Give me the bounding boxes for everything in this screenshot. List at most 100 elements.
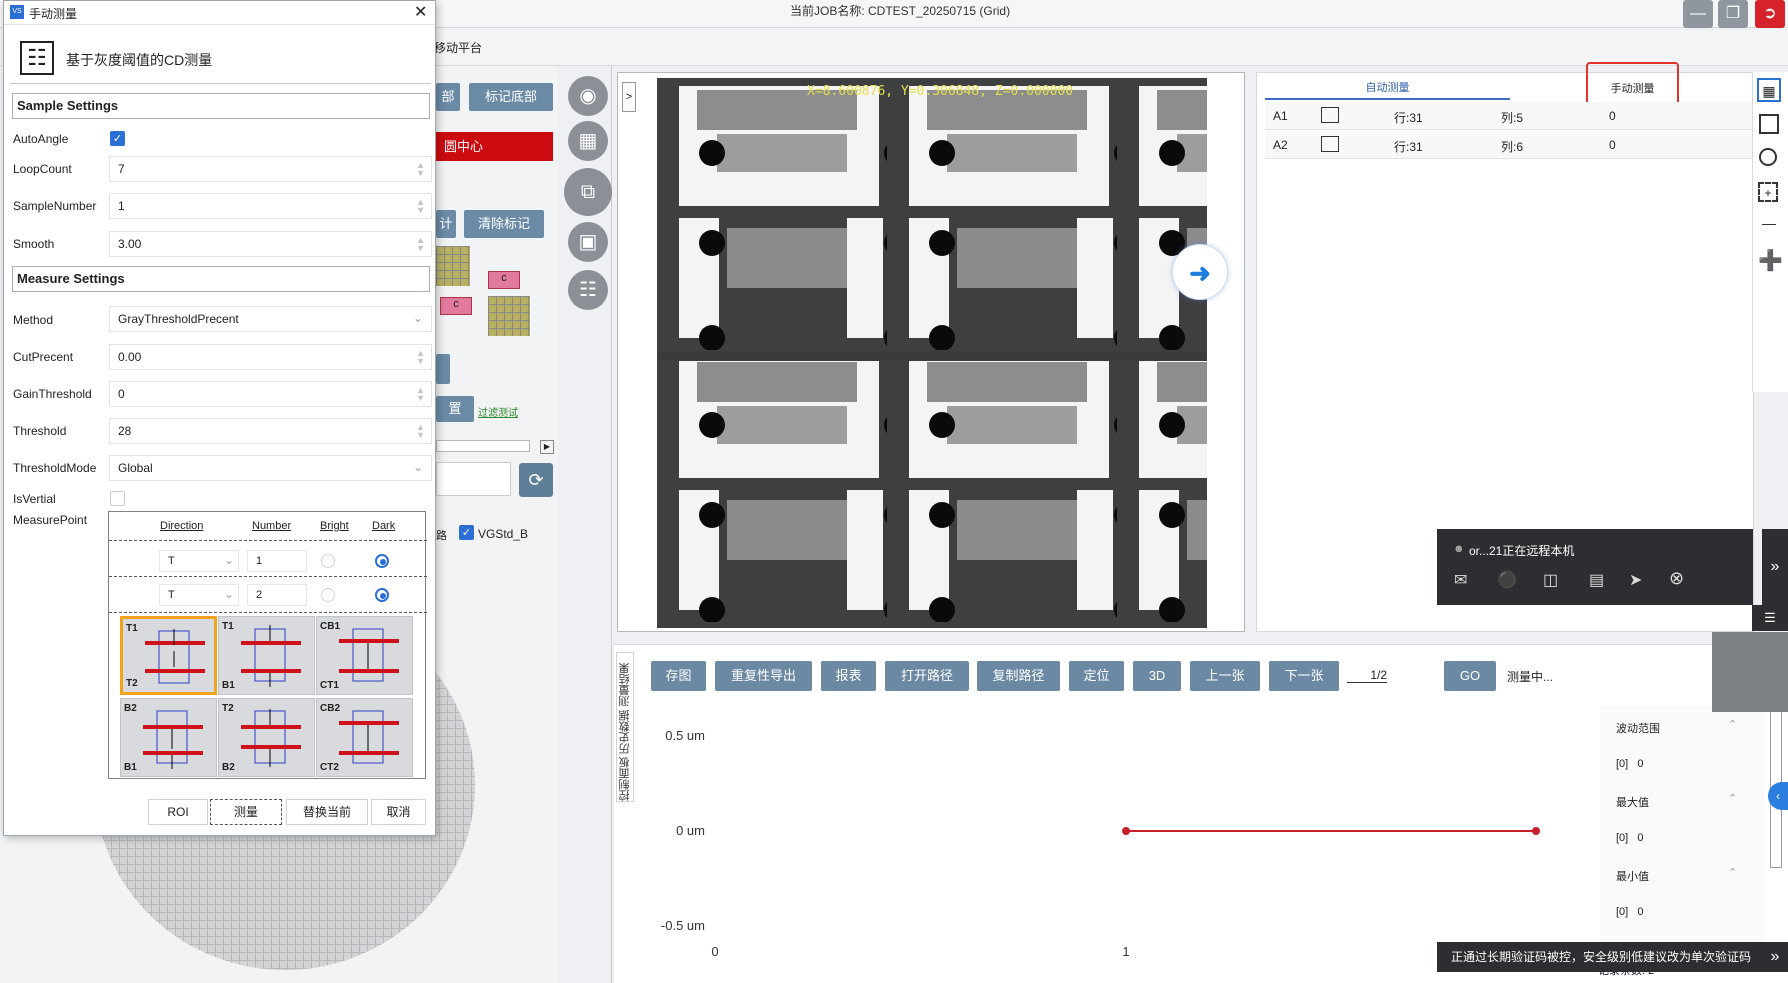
zoom-box-icon[interactable]: + [1758,182,1778,202]
pattern-bottom-label: T2 [126,678,138,689]
bright-radio[interactable] [321,554,335,568]
method-icon: ☷ [20,41,54,75]
is-vertial-checkbox[interactable] [110,491,125,506]
pattern-t2-b2[interactable]: T2 B2 [218,698,315,777]
expand-panel-button[interactable]: > [622,82,636,112]
method-select[interactable]: GrayThresholdPrecent ⌄ [109,306,432,332]
measure-button[interactable]: 测量 [210,799,282,825]
roi-button[interactable]: ROI [148,799,208,825]
gain-threshold-field[interactable]: 0 ▲ ▼ [109,381,432,407]
exit-icon[interactable]: ➲ [1755,0,1785,28]
side-button[interactable] [436,354,450,384]
sample-settings-header[interactable]: Sample Settings [12,93,430,119]
clear-mark-button[interactable]: 清除标记 [464,210,544,238]
notice-expand-icon[interactable]: » [1762,942,1788,972]
partial-button[interactable]: 部 [436,83,460,111]
refresh-icon[interactable]: ⟳ [519,463,553,497]
tab-auto-measure[interactable]: 自动测量 [1265,78,1510,100]
spinner-icon[interactable]: ▲ ▼ [416,386,425,403]
dark-radio[interactable] [375,588,389,602]
spinner-icon[interactable]: ▲ ▼ [416,349,425,366]
filter-test-link[interactable]: 过滤测试 [478,404,518,419]
number-field[interactable]: 2 [247,584,307,606]
path-input[interactable] [436,462,511,496]
text-icon[interactable]: ▤ [1589,570,1604,590]
maximize-button[interactable]: ❐ [1718,0,1748,28]
close-icon[interactable]: ✕ [414,2,427,22]
number-field[interactable]: 1 [247,550,307,572]
3d-button[interactable]: 3D [1133,661,1181,691]
image-frame-icon[interactable]: ▣ [568,222,608,262]
pattern-bottom-label: CT2 [320,762,339,773]
replace-current-button[interactable]: 替换当前 [286,799,368,825]
scroll-arrow-right[interactable]: ▶ [540,440,554,454]
ruler-icon[interactable]: ⧉ [564,168,612,216]
threshold-mode-select[interactable]: Global ⌄ [109,455,432,481]
threshold-field[interactable]: 28 ▲ ▼ [109,418,432,444]
partial-button-2[interactable]: 计 [436,210,456,238]
crosshair-icon[interactable]: ➕ [1758,250,1783,272]
max-collapse-icon[interactable]: ⌃ [1728,792,1737,805]
spinner-icon[interactable]: ▲ ▼ [416,423,425,440]
measure-row[interactable]: A2 行:31 列:6 0 [1265,131,1754,159]
locate-button[interactable]: 定位 [1069,661,1124,691]
vgstd-checkbox[interactable]: ✓ [459,525,474,540]
measure-row[interactable]: A1 行:31 列:5 0 [1265,102,1754,130]
collapse-left-icon[interactable]: ‹ [1768,782,1788,810]
set-button[interactable]: 置 [436,396,474,422]
grid-view-icon[interactable]: ▦ [1757,78,1781,102]
pattern-t1-t2[interactable]: T1 T2 [120,616,217,695]
loop-count-field[interactable]: 7 ▲ ▼ [109,156,432,182]
mark-bottom-button[interactable]: 标记底部 [469,83,553,111]
dialog-titlebar: VS 手动测量 ✕ [4,1,435,25]
scroll-track[interactable] [436,440,530,452]
spinner-icon[interactable]: ▲ ▼ [416,236,425,253]
pattern-t1-b1[interactable]: T1 B1 [218,616,315,695]
spinner-icon[interactable]: ▲ ▼ [416,161,425,178]
pattern-b2-b1[interactable]: B2 B1 [120,698,217,777]
circle-tool-icon[interactable] [1759,148,1777,166]
pattern-cb1-ct1[interactable]: CB1 CT1 [316,616,413,695]
line-tool-icon[interactable]: ― [1758,216,1780,230]
report-button[interactable]: 报表 [821,661,876,691]
spinner-icon[interactable]: ▲ ▼ [416,198,425,215]
range-collapse-icon[interactable]: ⌃ [1728,718,1737,731]
direction-select[interactable]: T ⌄ [159,550,239,572]
cancel-button[interactable]: 取消 [371,799,426,825]
pattern-top-label: T2 [222,703,234,714]
next-image-button[interactable]: 下一张 [1269,661,1339,691]
wafer-image[interactable]: X=8.600876, Y=0.306848, Z=0.000000 [657,78,1207,628]
circle-center-button[interactable]: 圆中心 [436,132,553,161]
camera-icon[interactable]: ◉ [568,76,608,116]
pattern-cb2-ct2[interactable]: CB2 CT2 [316,698,413,777]
go-button[interactable]: GO [1444,661,1496,691]
repeatability-export-button[interactable]: 重复性导出 [715,661,812,691]
disconnect-icon[interactable]: ⊗ [1669,568,1684,589]
menu-icon[interactable]: ☰ [1752,605,1788,631]
wafer-grid-icon[interactable]: ▦ [568,121,608,161]
file-transfer-icon[interactable]: ➤ [1629,570,1642,590]
auto-angle-checkbox[interactable]: ✓ [110,131,125,146]
save-image-button[interactable]: 存图 [651,661,706,691]
switch-screen-icon[interactable]: ◫ [1543,570,1558,590]
copy-path-button[interactable]: 复制路径 [977,661,1060,691]
microphone-icon[interactable]: ⚫ [1497,570,1517,590]
chat-icon[interactable]: ✉ [1454,570,1467,590]
direction-select[interactable]: T ⌄ [159,584,239,606]
fit-screen-icon[interactable] [1759,114,1779,134]
dark-radio[interactable] [375,554,389,568]
cut-precent-field[interactable]: 0.00 ▲ ▼ [109,344,432,370]
measure-settings-header[interactable]: Measure Settings [12,266,430,292]
min-collapse-icon[interactable]: ⌃ [1728,866,1737,879]
sample-number-field[interactable]: 1 ▲ ▼ [109,193,432,219]
smooth-field[interactable]: 3.00 ▲ ▼ [109,231,432,257]
open-path-button[interactable]: 打开路径 [885,661,969,691]
loop-count-label: LoopCount [13,162,72,176]
expand-remote-icon[interactable]: » [1762,529,1788,605]
minimize-button[interactable]: — [1683,0,1713,28]
wafer-list-icon[interactable]: ☷ [568,270,608,310]
bright-radio[interactable] [321,588,335,602]
side-tabs[interactable]: 控制面板 历史数据 测量结果 [616,652,634,802]
move-platform-tab[interactable]: 移动平台 [434,39,482,56]
previous-image-button[interactable]: 上一张 [1190,661,1260,691]
